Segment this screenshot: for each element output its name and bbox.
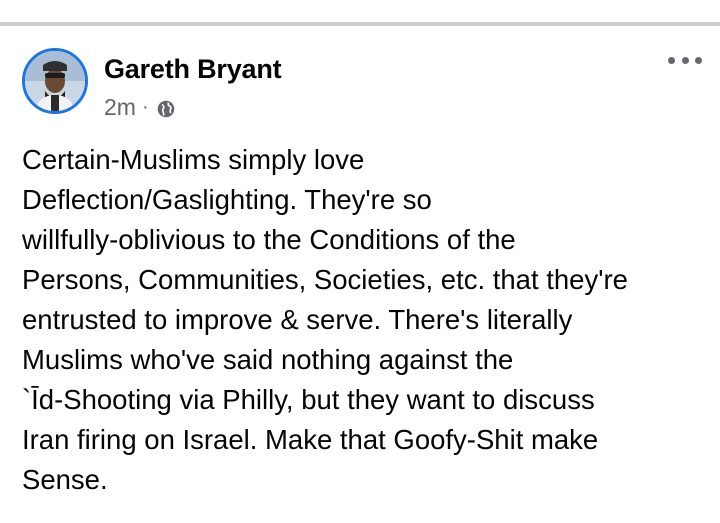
post-timestamp[interactable]: 2m: [104, 94, 136, 121]
post-text-line: `Īd-Shooting via Philly, but they want t…: [22, 384, 595, 415]
more-dot: [681, 56, 689, 64]
more-dot: [695, 56, 702, 64]
more-dot: [668, 56, 675, 64]
avatar-photo: [25, 51, 85, 111]
post-text-line: Sense.: [22, 464, 108, 495]
author-name[interactable]: Gareth Bryant: [104, 54, 282, 85]
author-avatar[interactable]: [22, 48, 88, 114]
post-text-line: Deflection/Gaslighting. They're so: [22, 184, 432, 215]
post-meta: 2m ·: [104, 94, 176, 121]
post-text-line: Certain-Muslims simply love: [22, 144, 365, 175]
post-text-line: Iran firing on Israel. Make that Goofy-S…: [22, 424, 599, 455]
post-body: Certain-Muslims simply love Deflection/G…: [22, 140, 712, 500]
post-text-line: Persons, Communities, Societies, etc. th…: [22, 264, 628, 295]
post-card: Gareth Bryant 2m · Certain-Muslims simpl…: [0, 26, 720, 523]
more-options-icon[interactable]: [668, 50, 702, 70]
globe-icon[interactable]: [156, 99, 176, 119]
post-text-line: Muslims who've said nothing against the: [22, 344, 514, 375]
post-text-line: willfully-oblivious to the Conditions of…: [22, 224, 516, 255]
post-text-line: entrusted to improve & serve. There's li…: [22, 304, 573, 335]
facebook-post-screen: Gareth Bryant 2m · Certain-Muslims simpl…: [0, 0, 720, 523]
meta-separator: ·: [141, 96, 149, 118]
